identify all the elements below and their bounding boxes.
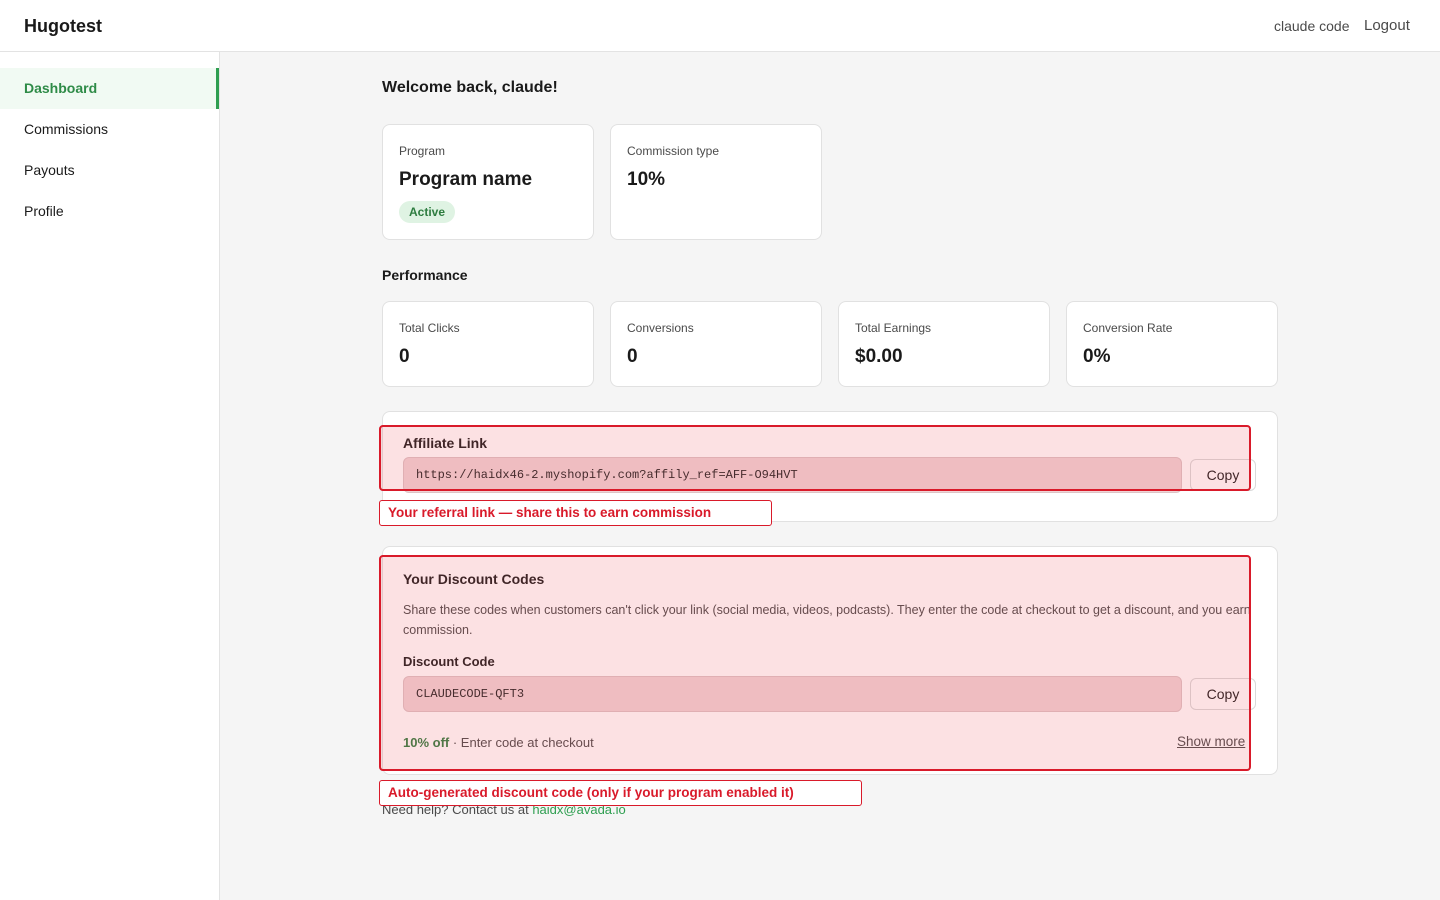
sidebar-item-dashboard[interactable]: Dashboard — [0, 68, 219, 109]
page-title: Welcome back, claude! — [382, 79, 558, 96]
stat-card-earnings: Total Earnings $0.00 — [838, 301, 1050, 387]
stat-card-clicks: Total Clicks 0 — [382, 301, 594, 387]
status-badge: Active — [399, 201, 456, 223]
commission-value: 10% — [627, 169, 666, 190]
stat-label: Conversion Rate — [1083, 321, 1173, 335]
commission-label: Commission type — [627, 144, 720, 158]
stat-label: Conversions — [627, 321, 694, 335]
stat-label: Total Clicks — [399, 321, 460, 335]
sidebar-item-commissions[interactable]: Commissions — [0, 109, 219, 150]
program-label: Program — [399, 144, 446, 158]
program-card: Program Program name Active — [382, 124, 594, 240]
stat-value: 0 — [399, 346, 410, 367]
discount-annotation: Auto-generated discount code (only if yo… — [379, 780, 862, 806]
program-name: Program name — [399, 169, 533, 190]
stat-card-conversions: Conversions 0 — [610, 301, 822, 387]
affiliate-highlight-box — [379, 425, 1251, 491]
top-bar: Hugotest claude code Logout — [0, 0, 1440, 52]
stat-label: Total Earnings — [855, 321, 932, 335]
stat-value: $0.00 — [855, 346, 903, 367]
stat-value: 0 — [627, 346, 638, 367]
commission-card: Commission type 10% — [610, 124, 822, 240]
stat-value: 0% — [1083, 346, 1111, 367]
affiliate-annotation: Your referral link — share this to earn … — [379, 500, 772, 526]
sidebar-item-payouts[interactable]: Payouts — [0, 150, 219, 191]
performance-title: Performance — [382, 267, 468, 283]
sidebar-item-profile[interactable]: Profile — [0, 191, 219, 232]
sidebar: Dashboard Commissions Payouts Profile — [0, 52, 220, 900]
discount-highlight-box — [379, 555, 1251, 771]
stat-card-conversion-rate: Conversion Rate 0% — [1066, 301, 1278, 387]
user-name: claude code — [1274, 18, 1350, 34]
brand-title[interactable]: Hugotest — [24, 16, 102, 37]
logout-button[interactable]: Logout — [1364, 17, 1410, 34]
